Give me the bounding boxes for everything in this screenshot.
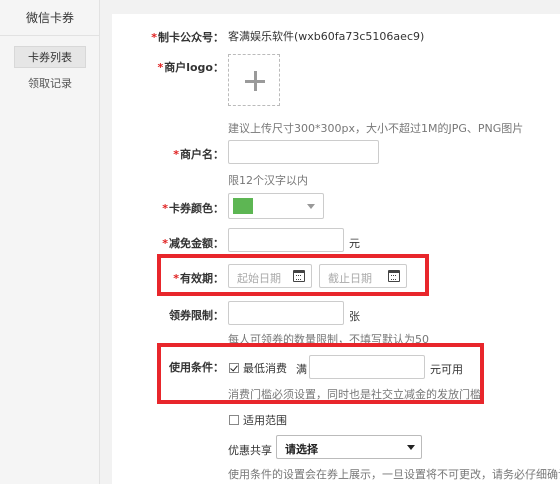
validity-highlight-box: [157, 254, 429, 296]
chevron-down-icon: [407, 445, 415, 450]
card-form-panel: *制卡公众号： 客满娱乐软件(wxb60fa73c5106aec9) *商户lo…: [112, 14, 560, 484]
color-swatch: [233, 198, 253, 214]
discount-unit: 元: [349, 237, 360, 250]
card-color-label: *卡券颜色：: [162, 202, 224, 215]
required-mark: *: [162, 202, 168, 215]
merchant-name-label: *商户名：: [173, 148, 224, 161]
logo-upload-button[interactable]: [228, 54, 280, 106]
share-select[interactable]: 请选择: [276, 435, 422, 459]
share-label: 优惠共享: [228, 444, 272, 457]
merchant-name-hint: 限12个汉字以内: [228, 174, 308, 187]
claim-limit-input[interactable]: [228, 301, 344, 325]
required-mark: *: [173, 148, 179, 161]
required-mark: *: [162, 237, 168, 250]
logo-hint: 建议上传尺寸300*300px，大小不超过1M的JPG、PNG图片: [228, 122, 524, 135]
required-mark: *: [157, 61, 164, 74]
logo-label: *商户logo：: [157, 61, 224, 74]
claim-limit-unit: 张: [349, 310, 360, 323]
chevron-down-icon: [307, 204, 315, 209]
condition-highlight-box: [157, 343, 484, 404]
sidebar: 微信卡券 卡券列表 领取记录: [0, 0, 100, 484]
sidebar-title: 微信卡券: [0, 0, 100, 36]
sidebar-item-claim-records[interactable]: 领取记录: [14, 73, 86, 95]
account-label: *制卡公众号：: [151, 31, 224, 44]
sidebar-item-card-list[interactable]: 卡券列表: [14, 46, 86, 68]
discount-label: *减免金额：: [162, 237, 224, 250]
scope-label: 适用范围: [243, 414, 287, 427]
share-hint: 使用条件的设置会在券上展示，一旦设置将不可更改，请务必仔细确认。: [228, 468, 560, 481]
discount-amount-input[interactable]: [228, 228, 344, 252]
card-color-picker[interactable]: [228, 193, 324, 219]
account-value: 客满娱乐软件(wxb60fa73c5106aec9): [228, 30, 425, 43]
scope-checkbox[interactable]: [229, 415, 239, 425]
share-select-value: 请选择: [285, 443, 318, 456]
claim-limit-label: 领券限制：: [169, 309, 224, 322]
merchant-name-input[interactable]: [228, 140, 379, 164]
required-mark: *: [151, 31, 157, 44]
